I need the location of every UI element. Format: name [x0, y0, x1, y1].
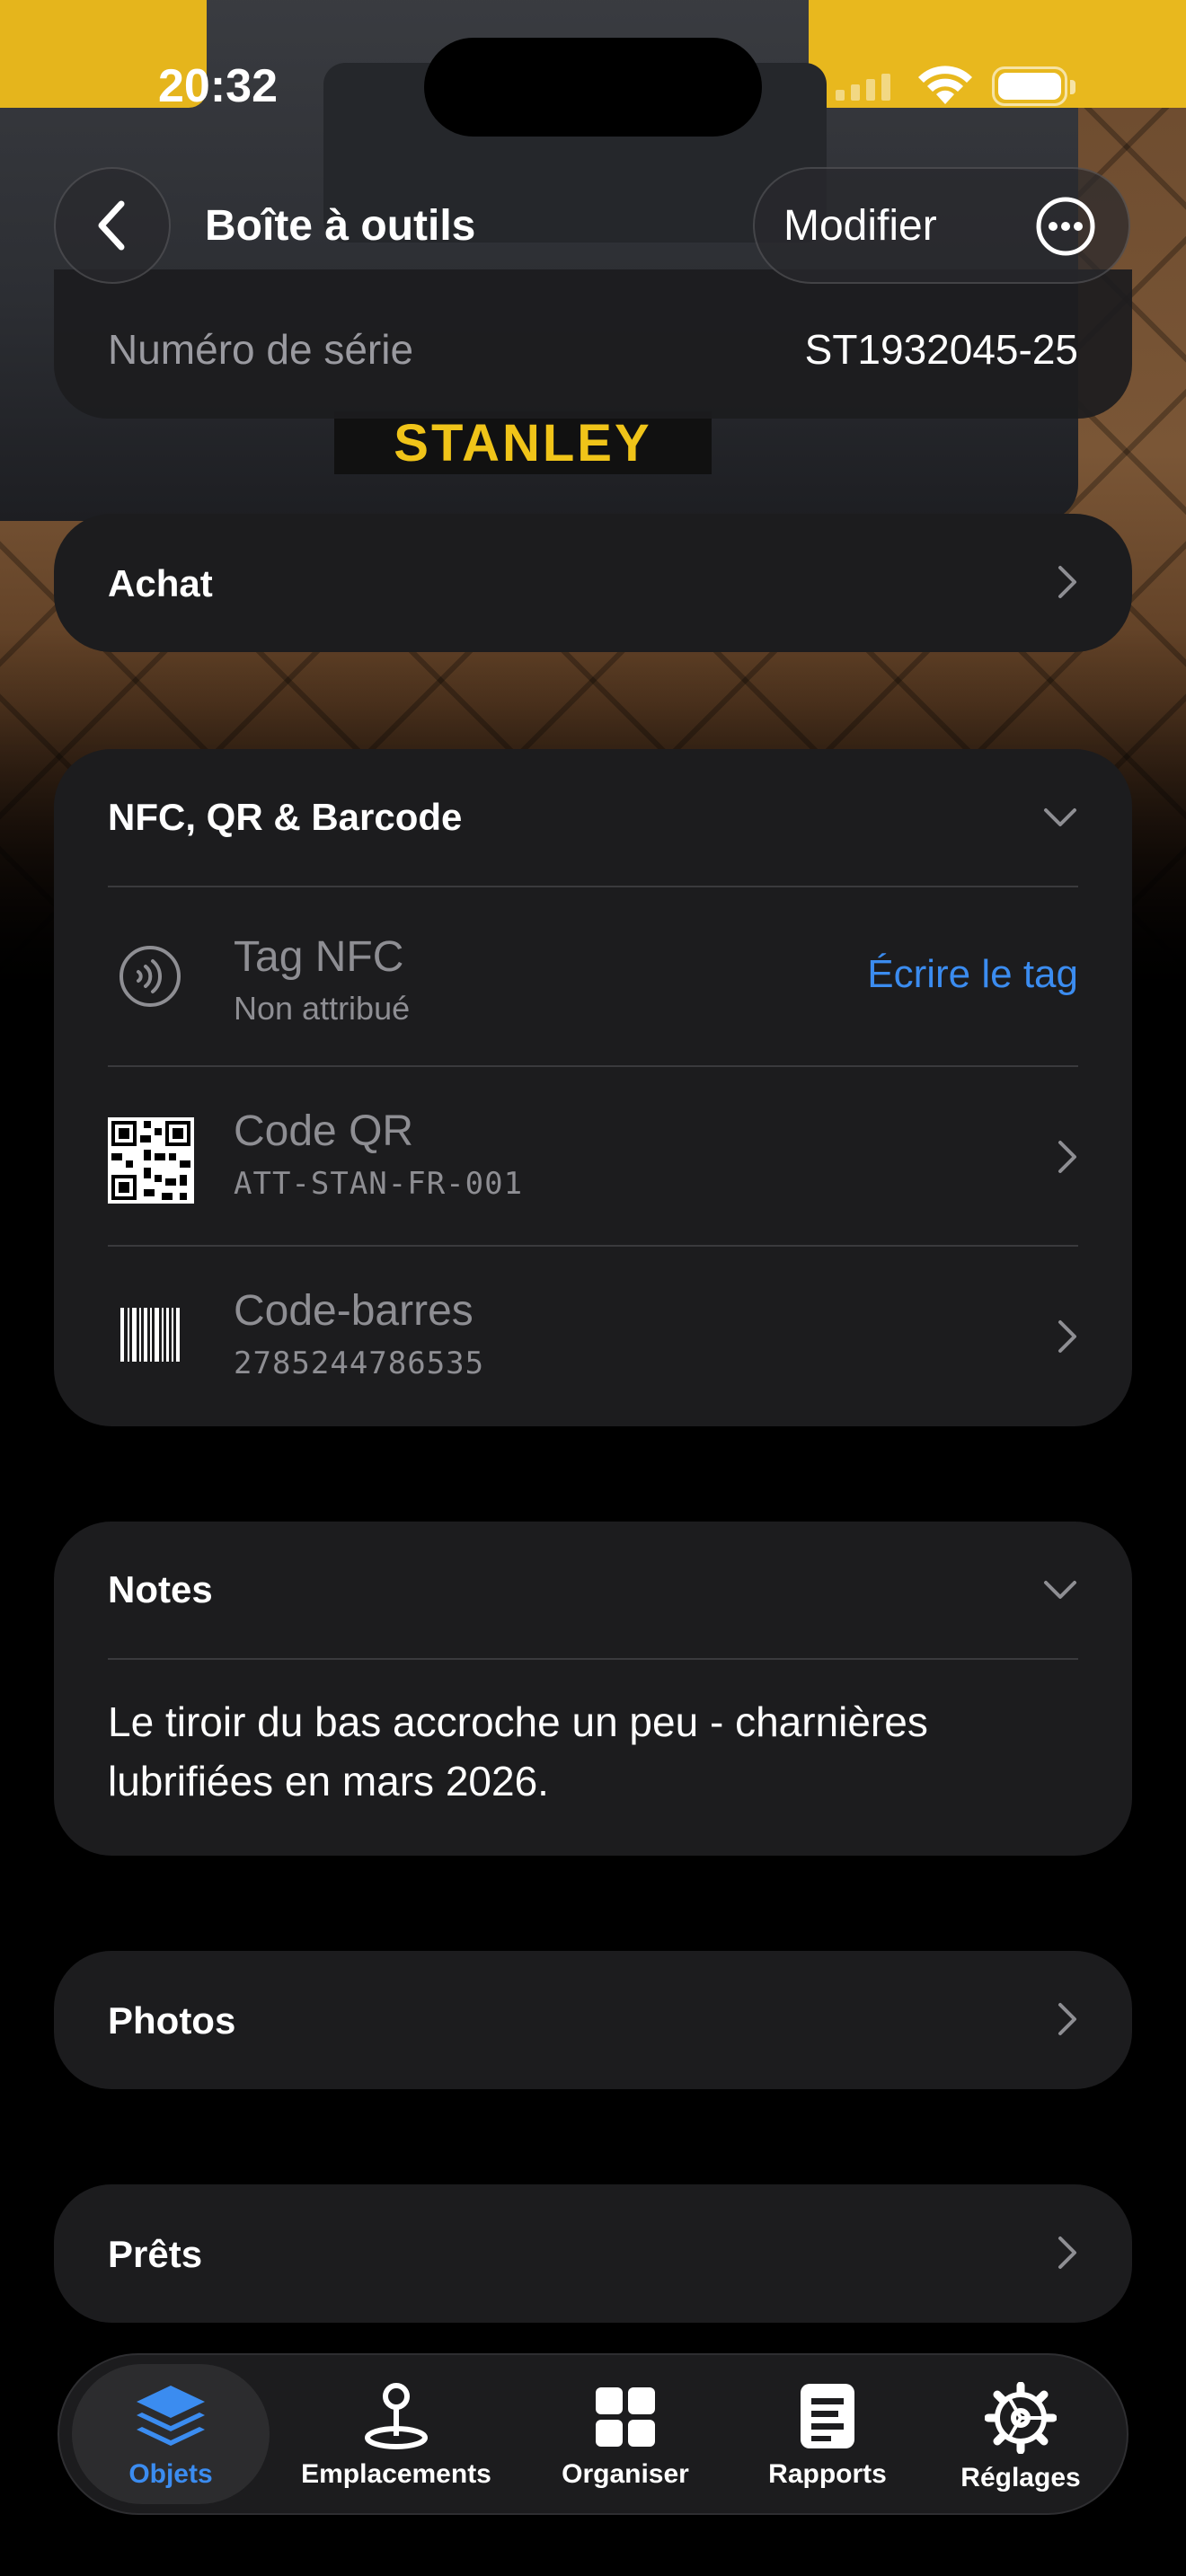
tab-label: Organiser — [562, 2459, 689, 2489]
tab-objects[interactable]: Objets — [72, 2364, 270, 2504]
brand-logo: STANLEY — [334, 411, 712, 474]
back-button[interactable] — [54, 167, 171, 284]
qr-code-icon — [108, 1117, 194, 1204]
cellular-signal-icon — [836, 74, 890, 101]
photos-row[interactable]: Photos — [54, 1951, 1132, 2089]
serial-number-row: Numéro de série ST1932045-25 — [54, 269, 1132, 419]
nfc-qr-barcode-section: NFC, QR & Barcode Tag NFC Non attribué É… — [54, 749, 1132, 1426]
tab-bar: Objets Emplacements Organiser Rapports R… — [58, 2353, 1128, 2515]
modify-button[interactable]: Modifier — [783, 201, 937, 251]
nfc-tag-title: Tag NFC — [234, 933, 404, 981]
tab-reports[interactable]: Rapports — [742, 2364, 913, 2504]
grid-icon — [596, 2387, 655, 2447]
status-time: 20:32 — [158, 60, 278, 112]
report-icon — [801, 2384, 854, 2448]
serial-number-label: Numéro de série — [108, 326, 414, 373]
qr-code-value: ATT-STAN-FR-001 — [234, 1166, 524, 1202]
location-pin-icon — [365, 2383, 428, 2449]
write-tag-button[interactable]: Écrire le tag — [867, 952, 1078, 997]
battery-icon — [992, 66, 1075, 106]
tab-settings[interactable]: Réglages — [931, 2364, 1111, 2504]
chevron-right-icon — [1058, 2003, 1076, 2035]
tab-label: Réglages — [960, 2463, 1081, 2492]
barcode-row[interactable]: Code-barres 2785244786535 — [54, 1247, 1132, 1425]
purchase-row[interactable]: Achat — [54, 514, 1132, 652]
loans-title: Prêts — [108, 2233, 203, 2275]
purchase-title: Achat — [108, 562, 213, 604]
divider — [108, 1658, 1078, 1660]
chevron-right-icon — [1058, 566, 1076, 598]
notes-title: Notes — [108, 1568, 213, 1610]
chevron-right-icon — [1058, 2236, 1076, 2269]
gear-icon — [985, 2382, 1057, 2454]
header-actions: Modifier — [753, 167, 1130, 284]
dynamic-island — [424, 38, 762, 137]
tab-organize[interactable]: Organiser — [535, 2364, 715, 2504]
notes-text: Le tiroir du bas accroche un peu - charn… — [108, 1698, 928, 1804]
barcode-title: Code-barres — [234, 1287, 474, 1335]
tab-locations[interactable]: Emplacements — [284, 2364, 509, 2504]
barcode-value: 2785244786535 — [234, 1345, 485, 1381]
nfc-icon — [119, 946, 181, 1007]
stack-icon — [137, 2386, 205, 2446]
tab-label: Emplacements — [301, 2459, 491, 2489]
tab-label: Rapports — [768, 2459, 887, 2489]
serial-number-value: ST1932045-25 — [804, 326, 1078, 373]
barcode-icon — [120, 1308, 180, 1362]
tab-label: Objets — [128, 2459, 213, 2489]
qr-code-title: Code QR — [234, 1107, 414, 1155]
nfc-tag-status: Non attribué — [234, 990, 411, 1027]
chevron-left-icon — [98, 200, 125, 251]
chevron-down-icon[interactable] — [1042, 1579, 1078, 1601]
wifi-icon — [918, 66, 972, 104]
qr-code-row[interactable]: Code QR ATT-STAN-FR-001 — [54, 1067, 1132, 1245]
notes-section: Notes Le tiroir du bas accroche un peu -… — [54, 1522, 1132, 1856]
section-title: NFC, QR & Barcode — [108, 796, 463, 838]
chevron-right-icon — [1058, 1320, 1076, 1353]
nfc-tag-row: Tag NFC Non attribué Écrire le tag — [54, 887, 1132, 1065]
more-options-icon[interactable] — [1033, 194, 1098, 259]
loans-row[interactable]: Prêts — [54, 2184, 1132, 2323]
page-title: Boîte à outils — [205, 202, 476, 250]
chevron-right-icon — [1058, 1141, 1076, 1173]
chevron-down-icon[interactable] — [1042, 807, 1078, 828]
photos-title: Photos — [108, 1999, 236, 2042]
status-bar: 20:32 — [0, 0, 1186, 171]
